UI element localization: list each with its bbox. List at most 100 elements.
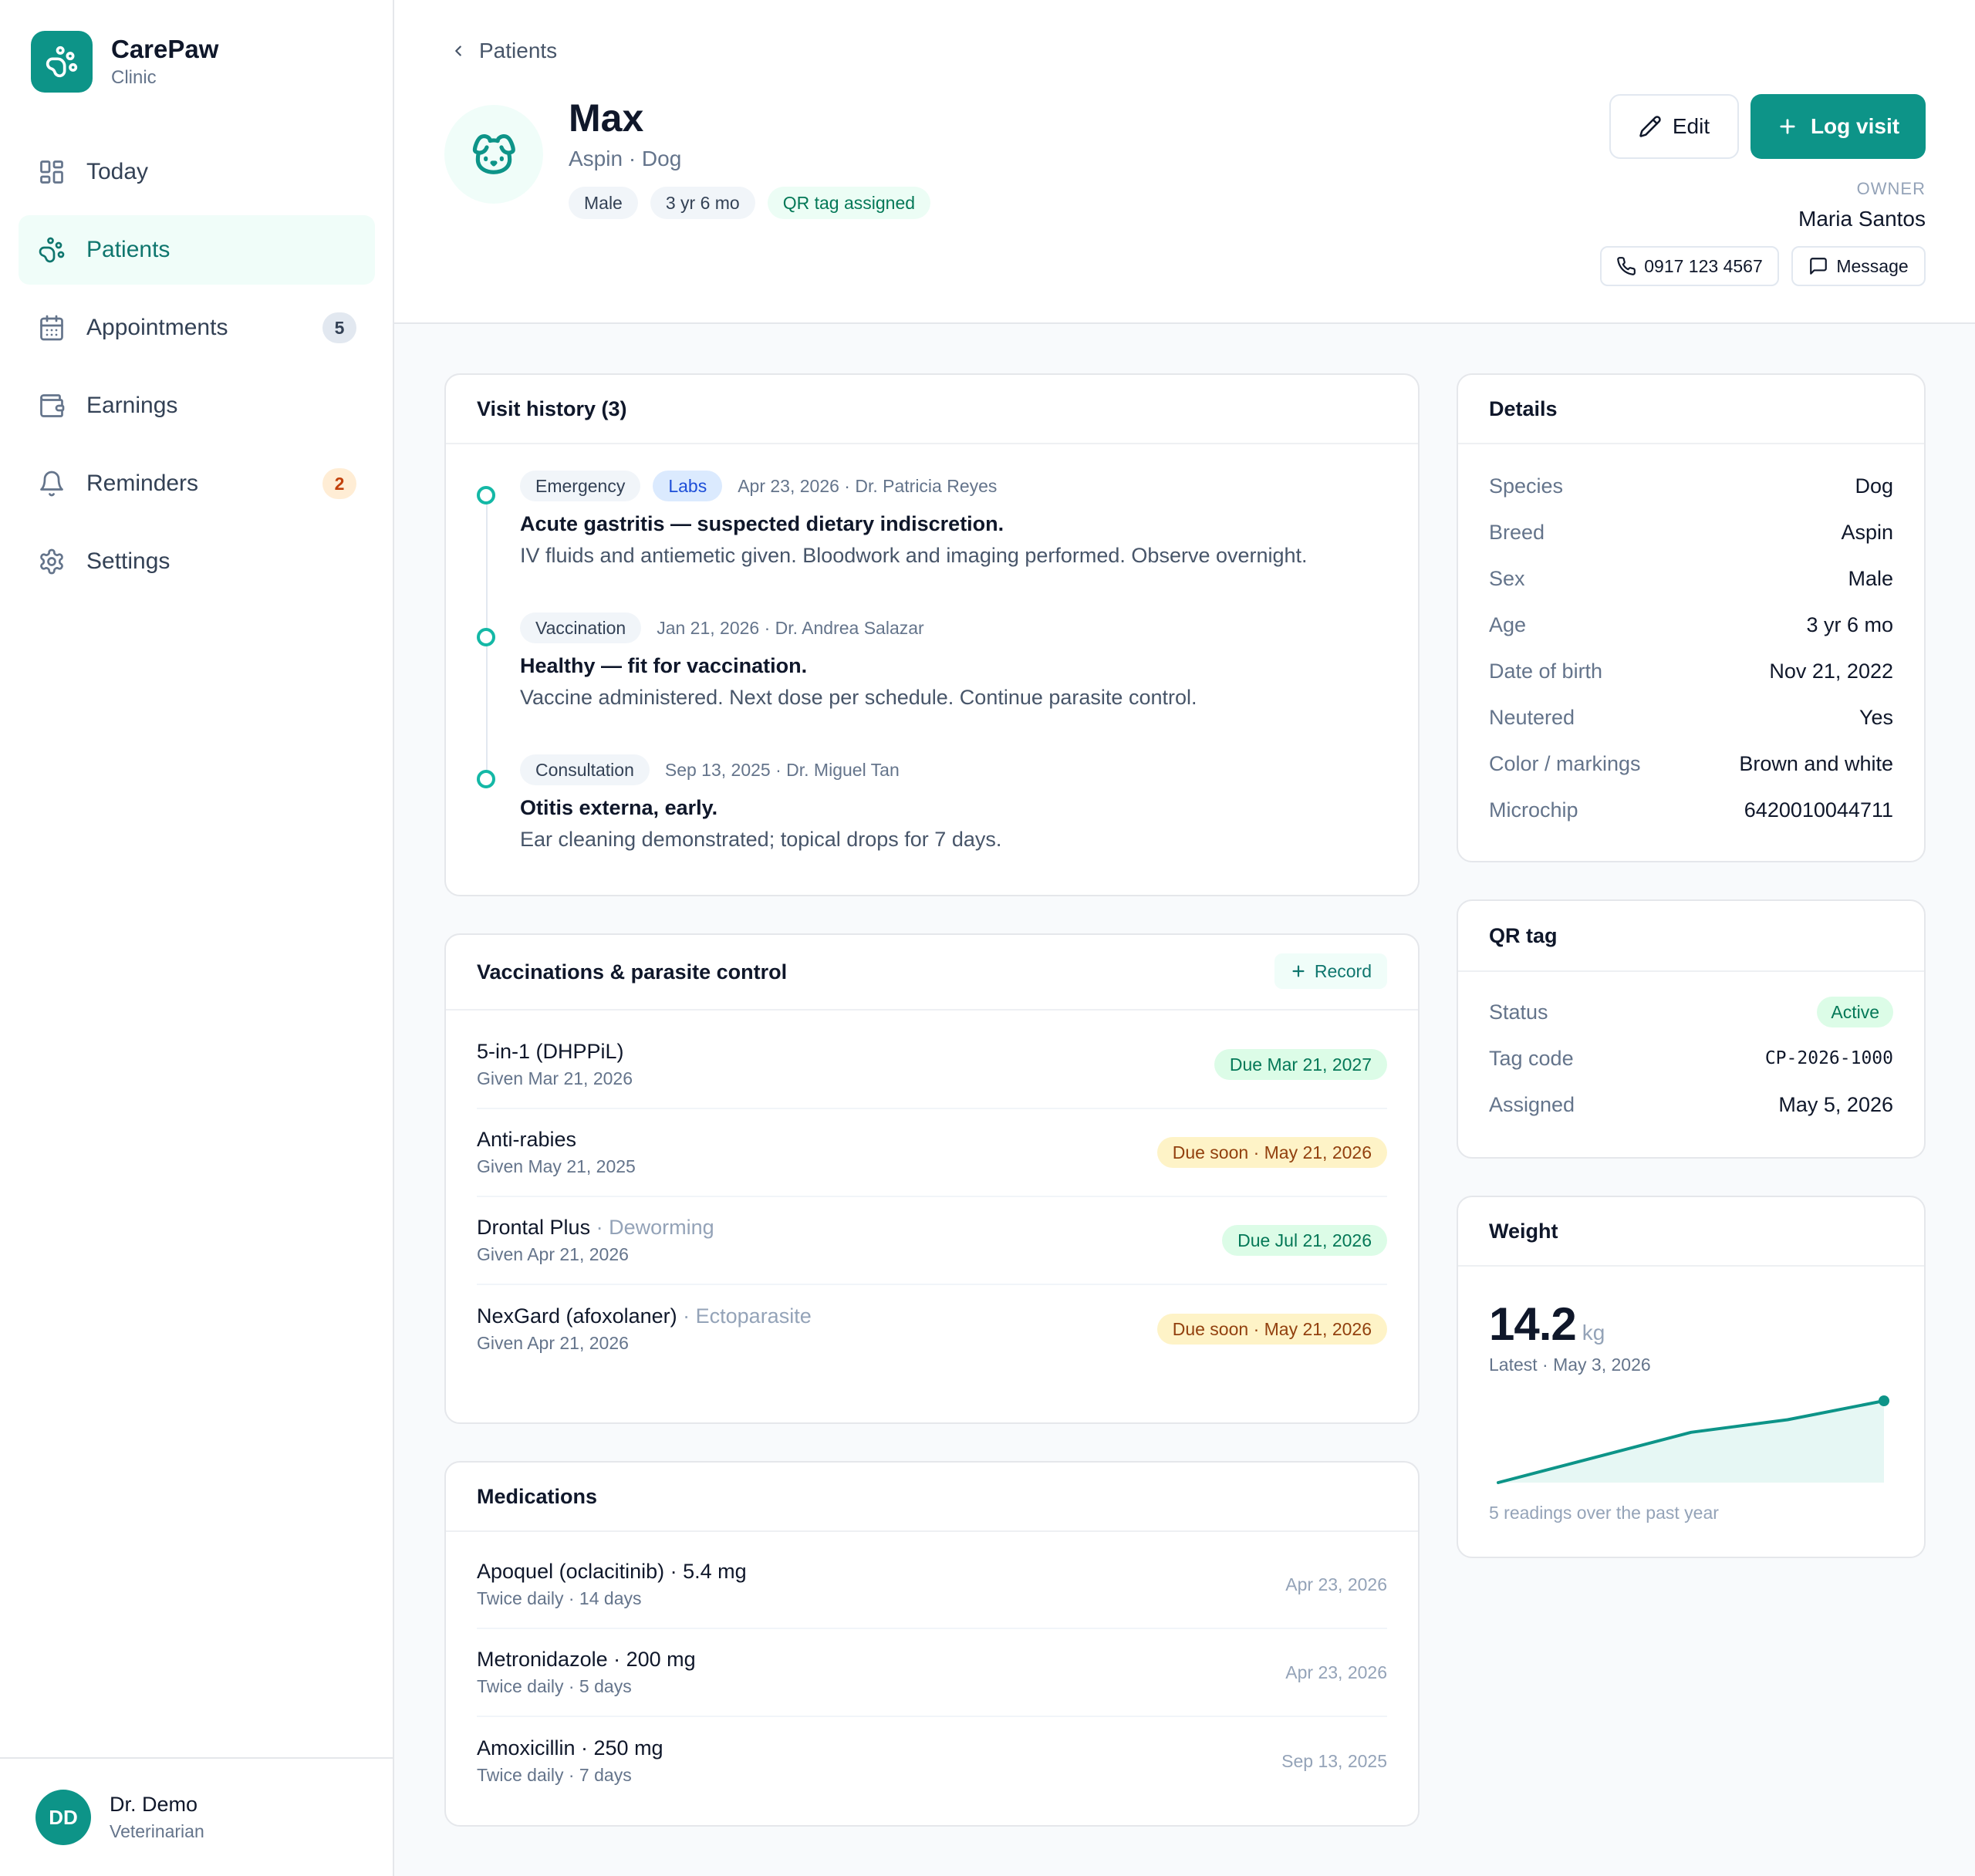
visit-entry[interactable]: Consultation Sep 13, 2025 · Dr. Miguel T… (477, 751, 1387, 893)
sidebar-item-appointments[interactable]: Appointments 5 (19, 293, 375, 363)
visit-tag: Consultation (520, 754, 650, 785)
vaccine-category: · Deworming (596, 1216, 714, 1239)
detail-key: Color / markings (1489, 751, 1641, 775)
sidebar-item-label: Reminders (86, 471, 199, 496)
brand-subtitle: Clinic (111, 66, 157, 88)
weight-value: 14.2 (1489, 1298, 1577, 1350)
visit-notes: IV fluids and antiemetic given. Bloodwor… (520, 544, 1308, 567)
owner-label: OWNER (1856, 179, 1926, 198)
visit-notes: Ear cleaning demonstrated; topical drops… (520, 828, 1002, 851)
dog-face-icon (472, 134, 515, 174)
call-owner-button[interactable]: 0917 123 4567 (1600, 246, 1779, 286)
vaccinations-title: Vaccinations & parasite control (477, 960, 788, 984)
sidebar-item-settings[interactable]: Settings (19, 527, 375, 596)
detail-key: Microchip (1489, 798, 1578, 822)
vaccine-given-date: Given Mar 21, 2026 (477, 1068, 633, 1088)
detail-value: Male (1848, 566, 1893, 590)
detail-key: Age (1489, 612, 1527, 636)
sidebar-item-today[interactable]: Today (19, 137, 375, 207)
visit-diagnosis: Healthy — fit for vaccination. (520, 654, 808, 677)
calendar-icon (37, 313, 66, 342)
qr-assigned-label: Assigned (1489, 1092, 1575, 1116)
message-button-label: Message (1836, 255, 1909, 276)
medication-row[interactable]: Metronidazole · 200 mg Twice daily · 5 d… (477, 1629, 1387, 1717)
visit-history-title: Visit history (3) (446, 375, 1418, 444)
visit-entry[interactable]: Vaccination Jan 21, 2026 · Dr. Andrea Sa… (477, 609, 1387, 751)
visit-tag: Emergency (520, 471, 641, 501)
message-owner-button[interactable]: Message (1791, 246, 1926, 286)
breadcrumb-back-link[interactable]: Patients (450, 39, 557, 63)
qr-tag-chip: QR tag assigned (767, 187, 931, 219)
detail-value: Yes (1859, 705, 1893, 729)
plus-icon (1780, 119, 1795, 134)
qr-code-label: Tag code (1489, 1046, 1574, 1070)
user-name: Dr. Demo (110, 1793, 198, 1816)
vaccine-given-date: Given May 21, 2025 (477, 1156, 636, 1176)
medication-date: Apr 23, 2026 (1285, 1662, 1387, 1682)
owner-name: Maria Santos (1798, 207, 1926, 231)
vaccination-row[interactable]: NexGard (afoxolaner) · Ectoparasite Give… (477, 1285, 1387, 1373)
weight-latest: Latest · May 3, 2026 (1489, 1355, 1651, 1375)
pet-breed: Aspin · Dog (569, 147, 682, 170)
brand[interactable]: CarePaw Clinic (31, 31, 218, 93)
vaccination-row[interactable]: Anti-rabies Given May 21, 2025 Due soon … (477, 1109, 1387, 1197)
qr-assigned-row: Assigned May 5, 2026 (1489, 1081, 1893, 1128)
qr-tag-card: QR tag Status Active Tag code CP-2026-10… (1457, 899, 1926, 1159)
avatar: DD (35, 1790, 91, 1845)
qr-tag-title: QR tag (1458, 901, 1924, 972)
sidebar-item-patients[interactable]: Patients (19, 215, 375, 285)
vaccine-category: · Ectoparasite (683, 1304, 812, 1328)
edit-button-label: Edit (1672, 114, 1710, 138)
vaccine-name: Drontal Plus (477, 1216, 591, 1239)
sidebar-item-label: Earnings (86, 393, 178, 418)
grid-icon (37, 157, 66, 187)
sidebar-item-earnings[interactable]: Earnings (19, 371, 375, 440)
medication-schedule: Twice daily · 5 days (477, 1676, 632, 1696)
medication-row[interactable]: Apoquel (oclacitinib) · 5.4 mg Twice dai… (477, 1541, 1387, 1629)
detail-value: Brown and white (1739, 751, 1893, 775)
qr-code-row: Tag code CP-2026-1000 (1489, 1035, 1893, 1081)
medication-name: Apoquel (oclacitinib) · 5.4 mg (477, 1560, 747, 1583)
message-icon (1810, 258, 1828, 275)
weight-footer: 5 readings over the past year (1489, 1503, 1719, 1523)
breadcrumb-label: Patients (479, 39, 558, 62)
medication-row[interactable]: Amoxicillin · 250 mg Twice daily · 7 day… (477, 1717, 1387, 1805)
detail-value: 6420010044711 (1744, 798, 1893, 822)
edit-button[interactable]: Edit (1609, 94, 1739, 159)
due-badge: Due Mar 21, 2027 (1214, 1049, 1387, 1080)
due-soon-badge: Due soon · May 21, 2026 (1156, 1137, 1387, 1168)
patient-header: Patients Max Aspin · Dog Male 3 yr 6 mo … (394, 0, 1975, 324)
weight-sparkline (1497, 1395, 1889, 1484)
vaccination-row[interactable]: Drontal Plus · Deworming Given Apr 21, 2… (477, 1197, 1387, 1285)
visit-meta: Sep 13, 2025 · Dr. Miguel Tan (664, 759, 900, 780)
pet-chips: Male 3 yr 6 mo QR tag assigned (569, 187, 943, 219)
visit-diagnosis: Otitis externa, early. (520, 796, 718, 819)
user-profile[interactable]: DD Dr. Demo Veterinarian (0, 1757, 393, 1876)
visit-meta: Jan 21, 2026 · Dr. Andrea Salazar (657, 617, 924, 638)
detail-key: Sex (1489, 566, 1525, 590)
medication-schedule: Twice daily · 7 days (477, 1765, 632, 1785)
chevron-left-icon (455, 46, 461, 56)
qr-status-label: Status (1489, 1000, 1548, 1024)
detail-row-sex: Sex Male (1489, 555, 1893, 602)
pet-name: Max (569, 96, 644, 140)
details-title: Details (1458, 375, 1924, 444)
detail-value: Aspin (1841, 520, 1893, 544)
sidebar-nav: Today Patients Appointments 5 Earnings R… (19, 137, 375, 605)
user-role: Veterinarian (110, 1821, 204, 1841)
qr-tag-list: Status Active Tag code CP-2026-1000 Assi… (1458, 972, 1924, 1128)
visit-meta: Apr 23, 2026 · Dr. Patricia Reyes (738, 475, 998, 496)
plus-icon (1292, 965, 1305, 977)
vaccination-row[interactable]: 5-in-1 (DHPPiL) Given Mar 21, 2026 Due M… (477, 1021, 1387, 1109)
visit-timeline: Emergency Labs Apr 23, 2026 · Dr. Patric… (446, 444, 1418, 893)
sidebar-item-reminders[interactable]: Reminders 2 (19, 449, 375, 518)
log-visit-button[interactable]: Log visit (1750, 94, 1926, 159)
medication-list: Apoquel (oclacitinib) · 5.4 mg Twice dai… (446, 1532, 1418, 1805)
wallet-icon (37, 391, 66, 420)
detail-key: Breed (1489, 520, 1545, 544)
visit-entry[interactable]: Emergency Labs Apr 23, 2026 · Dr. Patric… (477, 467, 1387, 609)
record-vaccination-button[interactable]: Record (1274, 953, 1387, 989)
reminders-count-badge: 2 (322, 468, 356, 499)
detail-row-color: Color / markings Brown and white (1489, 741, 1893, 787)
vaccine-given-date: Given Apr 21, 2026 (477, 1333, 629, 1353)
